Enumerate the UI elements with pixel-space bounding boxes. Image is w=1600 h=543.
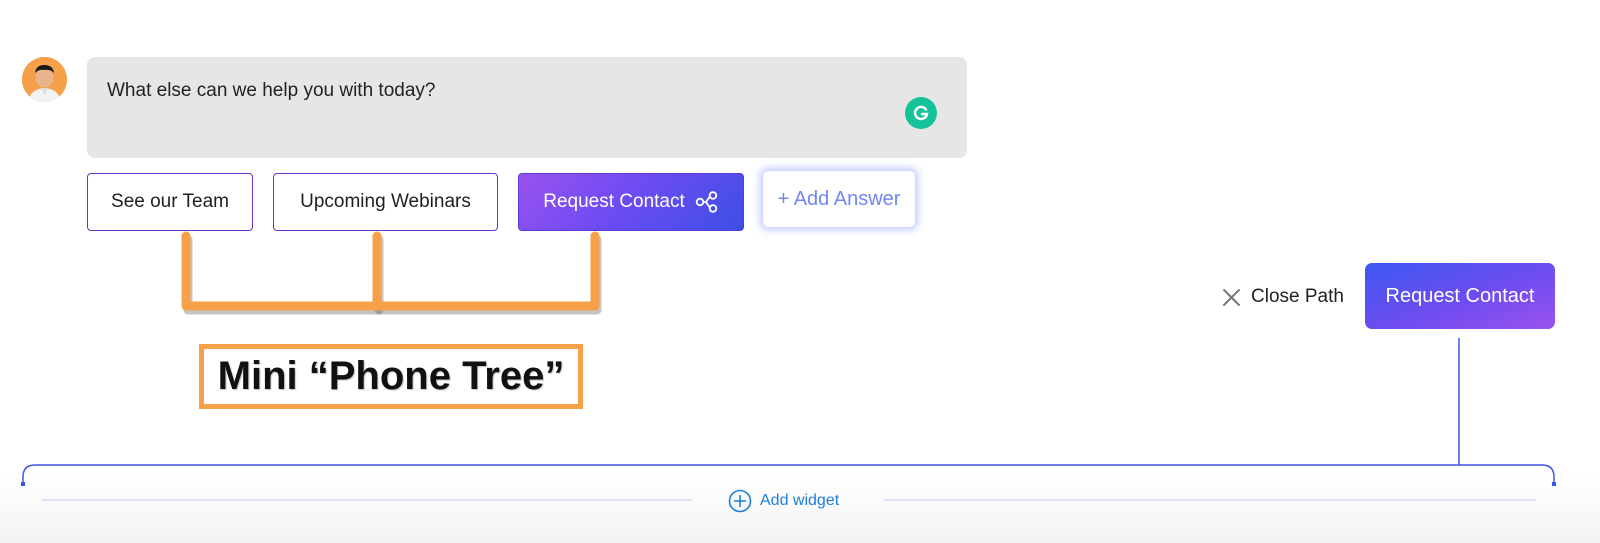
close-path-label: Close Path [1251,286,1344,307]
avatar [22,57,67,102]
branch-path-icon [695,191,717,213]
add-widget-button[interactable]: Add widget [728,488,839,514]
phone-tree-bracket [181,231,602,315]
answer-label: Upcoming Webinars [300,191,471,212]
answer-label: Request Contact [543,191,685,212]
add-widget-label: Add widget [760,492,840,509]
close-path-button[interactable]: Close Path [1222,283,1344,311]
add-answer-button[interactable]: + Add Answer [762,170,916,228]
answer-button-see-our-team[interactable]: See our Team [87,173,253,231]
plus-circle-icon [728,489,752,513]
message-text: What else can we help you with today? [107,80,436,101]
add-answer-label: + Add Answer [777,187,901,210]
path-node-label: Request Contact [1385,284,1535,307]
person-avatar-icon [22,57,67,102]
answer-label: See our Team [111,191,229,212]
answer-button-request-contact[interactable]: Request Contact [518,173,744,231]
grammarly-icon[interactable] [905,97,937,129]
path-node-request-contact[interactable]: Request Contact [1365,263,1555,329]
message-bubble[interactable]: What else can we help you with today? [87,57,967,158]
close-icon [1223,288,1240,306]
answer-button-upcoming-webinars[interactable]: Upcoming Webinars [273,173,498,231]
